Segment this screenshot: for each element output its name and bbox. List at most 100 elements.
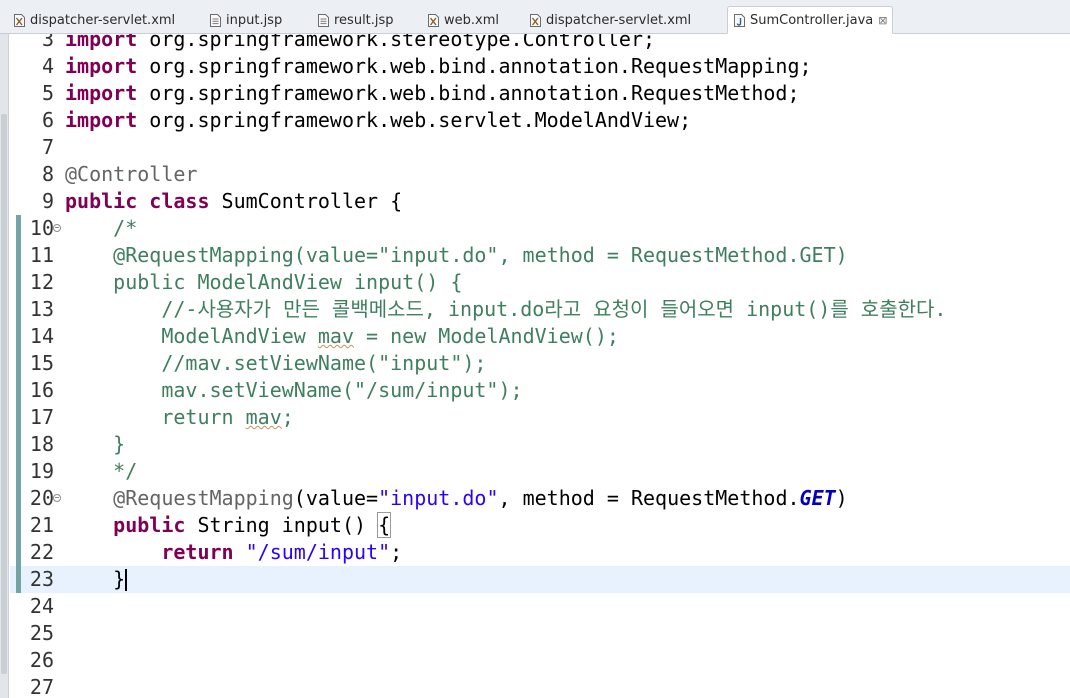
tab-sumcontroller-java[interactable]: SumController.java ⊠ [727, 6, 893, 34]
code-token: "input.do" [378, 486, 499, 510]
xml-file-icon [530, 13, 541, 27]
line-number: 5 [41, 81, 54, 105]
code-token: public ModelAndView input() { [65, 270, 463, 294]
code-editor[interactable]: 3 import org.springframework.stereotype.C… [10, 34, 1070, 698]
code-line[interactable]: 15 //mav.setViewName("input"); [10, 350, 1070, 377]
code-token: "/sum/input" [245, 540, 391, 564]
jsp-file-icon [318, 13, 329, 27]
code-line[interactable]: 5 import org.springframework.web.bind.ann… [10, 80, 1070, 107]
code-token: import [65, 34, 150, 51]
code-token: @Controller [65, 162, 198, 186]
code-token: public [65, 189, 150, 213]
code-line[interactable]: 11 @RequestMapping(value="input.do", met… [10, 242, 1070, 269]
code-token: ModelAndView [65, 324, 318, 348]
code-line[interactable]: 18 } [10, 431, 1070, 458]
code-text: } [65, 431, 125, 458]
code-token: */ [65, 459, 138, 483]
code-text: //mav.setViewName("input"); [65, 350, 486, 377]
xml-file-icon [14, 13, 25, 27]
code-line[interactable]: 21 public String input() { [10, 512, 1070, 539]
code-line[interactable]: 7 [10, 134, 1070, 161]
code-line[interactable]: 22 return "/sum/input"; [10, 539, 1070, 566]
code-line[interactable]: 8 @Controller [10, 161, 1070, 188]
line-number: 11 [29, 243, 54, 267]
close-tab-icon[interactable]: ⊠ [878, 14, 887, 27]
tab-label: web.xml [444, 12, 499, 28]
code-line[interactable]: 9 public class SumController { [10, 188, 1070, 215]
code-line[interactable]: 19 */ [10, 458, 1070, 485]
code-token: org.springframework.stereotype.Controlle… [149, 34, 656, 51]
code-line[interactable]: 24 [10, 593, 1070, 620]
tab-label: dispatcher-servlet.xml [546, 12, 692, 28]
code-line[interactable]: 25 [10, 620, 1070, 647]
code-line[interactable]: 16 mav.setViewName("/sum/input"); [10, 377, 1070, 404]
fold-collapse-icon[interactable] [53, 494, 61, 502]
scrollbar-thumb[interactable] [1, 114, 7, 674]
code-text: public class SumController { [65, 188, 402, 215]
code-token: org.springframework.web.bind.annotation.… [149, 54, 812, 78]
code-token: @RequestMapping(value="input.do", method… [65, 243, 848, 267]
code-line[interactable]: 4 import org.springframework.web.bind.ann… [10, 53, 1070, 80]
code-line[interactable]: 26 [10, 647, 1070, 674]
code-token: org.springframework.web.servlet.ModelAnd… [149, 108, 692, 132]
tab-label: SumController.java [750, 12, 874, 28]
code-token: import [65, 108, 150, 132]
tab-web-xml[interactable]: web.xml [428, 6, 499, 34]
tab-dispatcher-servlet-xml[interactable]: dispatcher-servlet.xml [530, 6, 691, 34]
code-line[interactable]: 6 import org.springframework.web.servlet.… [10, 107, 1070, 134]
line-number: 19 [29, 459, 54, 483]
tab-result-jsp[interactable]: result.jsp [318, 6, 394, 34]
code-token: mav [317, 324, 354, 348]
line-number: 26 [29, 648, 54, 672]
line-number: 23 [29, 567, 54, 591]
code-text: import org.springframework.web.bind.anno… [65, 80, 800, 107]
code-token: //-사용자가 만든 콜백메소드, input.do라고 요청이 들어오면 in… [65, 297, 947, 321]
line-number: 9 [41, 189, 54, 213]
line-number: 17 [29, 405, 54, 429]
code-token: ; [281, 405, 294, 429]
code-line[interactable]: 14 ModelAndView mav = new ModelAndView()… [10, 323, 1070, 350]
tab-label: input.jsp [226, 12, 283, 28]
code-text: } [65, 566, 125, 593]
line-number: 4 [41, 54, 54, 78]
left-panel-scrollbar[interactable] [0, 34, 9, 698]
jsp-file-icon [210, 13, 221, 27]
code-line[interactable]: 13 //-사용자가 만든 콜백메소드, input.do라고 요청이 들어오면… [10, 296, 1070, 323]
code-text: public ModelAndView input() { [65, 269, 462, 296]
code-token: public [65, 513, 198, 537]
code-token: mav [245, 405, 282, 429]
code-line[interactable]: 20 @RequestMapping(value="input.do", met… [10, 485, 1070, 512]
code-text: import org.springframework.stereotype.Co… [65, 34, 655, 53]
code-line[interactable]: 23 } [10, 566, 1070, 593]
code-token: SumController { [221, 189, 403, 213]
code-line[interactable]: 27 [10, 674, 1070, 698]
code-text: /* [65, 215, 137, 242]
tab-dispatcher-servlet-xml[interactable]: dispatcher-servlet.xml [14, 6, 175, 34]
line-number: 21 [29, 513, 54, 537]
code-token: = new ModelAndView(); [354, 324, 619, 348]
code-line[interactable]: 3 import org.springframework.stereotype.C… [10, 34, 1070, 53]
code-text: @RequestMapping(value="input.do", method… [65, 485, 848, 512]
code-token: String input() [197, 513, 379, 537]
line-number: 27 [29, 675, 54, 698]
fold-collapse-icon[interactable] [53, 224, 61, 232]
code-text: mav.setViewName("/sum/input"); [65, 377, 522, 404]
code-token: return [65, 405, 246, 429]
text-cursor [125, 569, 127, 591]
code-line[interactable]: 10 /* [10, 215, 1070, 242]
code-text: import org.springframework.web.servlet.M… [65, 107, 691, 134]
code-text: @RequestMapping(value="input.do", method… [65, 242, 848, 269]
code-token: import [65, 81, 150, 105]
code-token: { [377, 512, 392, 538]
code-text: public String input() { [65, 512, 392, 539]
code-line[interactable]: 17 return mav; [10, 404, 1070, 431]
code-line[interactable]: 12 public ModelAndView input() { [10, 269, 1070, 296]
line-number: 13 [29, 297, 54, 321]
code-token: //mav.setViewName("input"); [65, 351, 487, 375]
editor-tab-bar: dispatcher-servlet.xml input.jsp result.js… [0, 0, 1070, 34]
code-text: @Controller [65, 161, 197, 188]
line-number: 18 [29, 432, 54, 456]
code-text: */ [65, 458, 137, 485]
line-number: 24 [29, 594, 54, 618]
tab-input-jsp[interactable]: input.jsp [210, 6, 282, 34]
